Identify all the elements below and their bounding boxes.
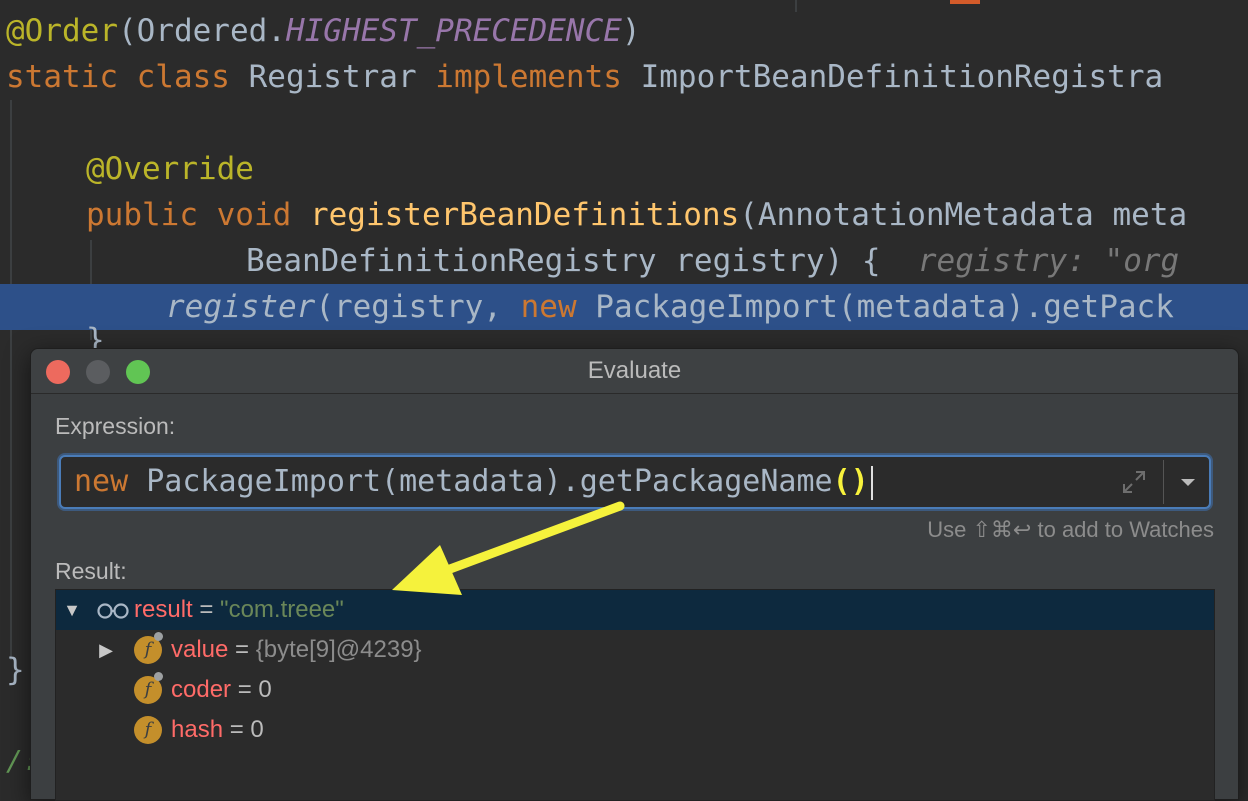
- annotation-arrow-icon: [392, 501, 625, 595]
